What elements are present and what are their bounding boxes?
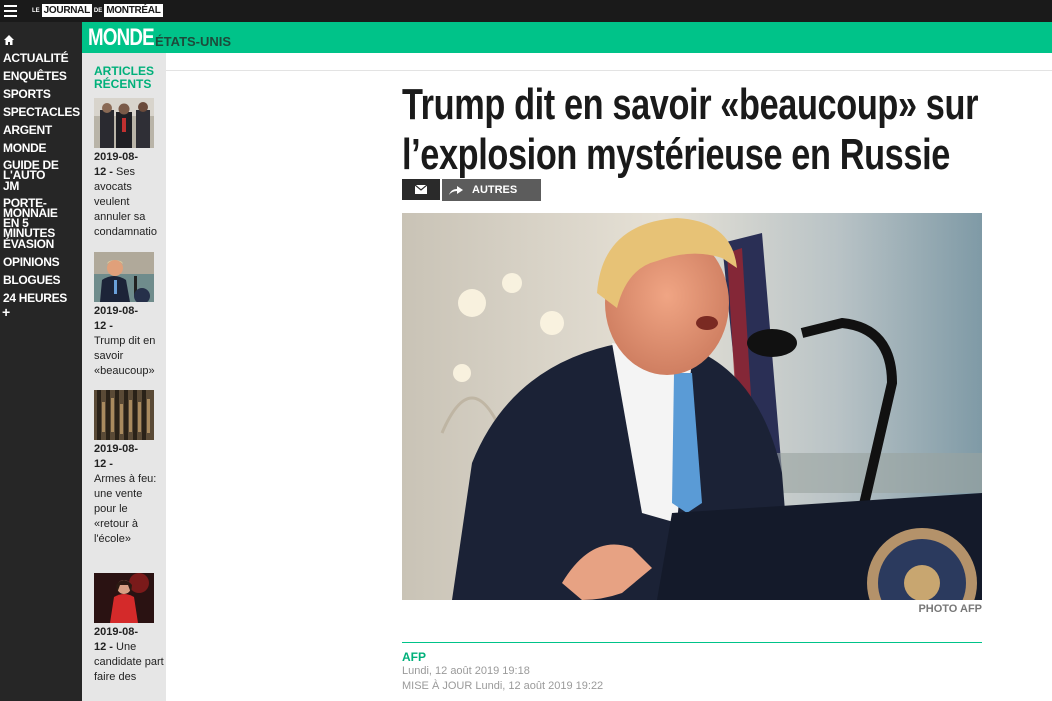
nav-item-argent[interactable]: ARGENT [3,124,81,136]
share-others-button[interactable]: AUTRES [442,179,541,201]
recent-article-date: 2019-08- 12 - [94,305,139,332]
recent-article-thumbnail[interactable] [94,252,154,302]
recent-article[interactable]: 2019-08- 12 - Trump dit en savoir «beauc… [94,252,164,379]
subsection-title[interactable]: ÉTATS-UNIS [155,35,231,49]
recent-article-thumbnail[interactable] [94,573,154,623]
share-email-button[interactable] [402,179,440,200]
article-author[interactable]: AFP [402,650,426,664]
section-banner: MONDE ÉTATS-UNIS [82,22,1052,53]
logo-journal: JOURNAL [41,4,92,17]
article-headline: Trump dit en savoir «beaucoup» sur l’exp… [402,80,1003,180]
nav-item-24-heures[interactable]: 24 HEURES [3,292,81,304]
recent-articles-title: ARTICLES RÉCENTS [94,65,154,91]
content-divider [166,70,1052,71]
nav-item-evasion[interactable]: ÉVASION [3,238,81,250]
mail-icon [415,185,427,194]
meta-divider [402,642,982,643]
photo-credit: PHOTO AFP [918,603,982,615]
more-plus-icon[interactable]: + [2,305,10,319]
recent-article-thumbnail[interactable] [94,98,154,148]
recent-article-text[interactable]: Armes à feu: une vente pour le «retour à… [94,472,164,547]
nav-item-enquetes[interactable]: ENQUÊTES [3,70,81,82]
article-photo[interactable] [402,213,982,600]
recent-article-text[interactable]: Trump dit en savoir «beaucoup» [94,334,164,379]
article-updated: MISE À JOUR Lundi, 12 août 2019 19:22 [402,680,604,692]
nav-item-actualite[interactable]: ACTUALITÉ [3,52,81,64]
recent-title-line2: RÉCENTS [94,77,152,91]
nav-item-sports[interactable]: SPORTS [3,88,81,100]
nav-item-blogues[interactable]: BLOGUES [3,274,81,286]
hamburger-icon[interactable] [4,5,17,17]
recent-article[interactable]: 2019-08- 12 - Une candidate part faire d… [94,573,164,685]
section-title[interactable]: MONDE [88,25,155,51]
logo-montreal: MONTRÉAL [104,4,163,17]
share-arrow-icon [449,186,463,195]
recent-article-thumbnail[interactable] [94,390,154,440]
logo-de: DE [93,7,103,14]
recent-article-date: 2019-08- 12 - [94,443,139,470]
headline-line-2: l’explosion mystérieuse en Russie [402,130,950,179]
left-navigation: ACTUALITÉ ENQUÊTES SPORTS SPECTACLES ARG… [0,22,82,701]
nav-item-opinions[interactable]: OPINIONS [3,256,81,268]
home-icon[interactable] [4,32,14,45]
headline-line-1: Trump dit en savoir «beaucoup» sur [402,80,979,129]
logo-le: LE [32,7,40,14]
recent-articles-sidebar: ARTICLES RÉCENTS 2019-08- 12 - Ses avoca… [82,53,166,701]
share-others-label: AUTRES [472,184,518,196]
top-bar: LE JOURNAL DE MONTRÉAL [0,0,1052,22]
recent-article[interactable]: 2019-08- 12 - Armes à feu: une vente pou… [94,390,164,547]
recent-article[interactable]: 2019-08- 12 - Ses avocats veulent annule… [94,98,164,240]
nav-item-porte-monnaie[interactable]: PORTE-MONNAIE [3,197,81,219]
site-logo[interactable]: LE JOURNAL DE MONTRÉAL [30,3,163,18]
recent-article-date: 2019-08- 12 - Ses avocats veulent annule… [94,151,157,238]
nav-item-spectacles[interactable]: SPECTACLES [3,106,81,118]
nav-item-en-5-minutes[interactable]: EN 5 MINUTES [3,217,81,239]
nav-list: ACTUALITÉ ENQUÊTES SPORTS SPECTACLES ARG… [3,52,81,310]
nav-item-monde[interactable]: MONDE [3,142,81,154]
nav-item-guide-auto[interactable]: GUIDE DE L'AUTO [3,159,81,181]
recent-article-date: 2019-08- 12 - Une candidate part faire d… [94,626,164,683]
article-date: Lundi, 12 août 2019 19:18 [402,665,530,677]
